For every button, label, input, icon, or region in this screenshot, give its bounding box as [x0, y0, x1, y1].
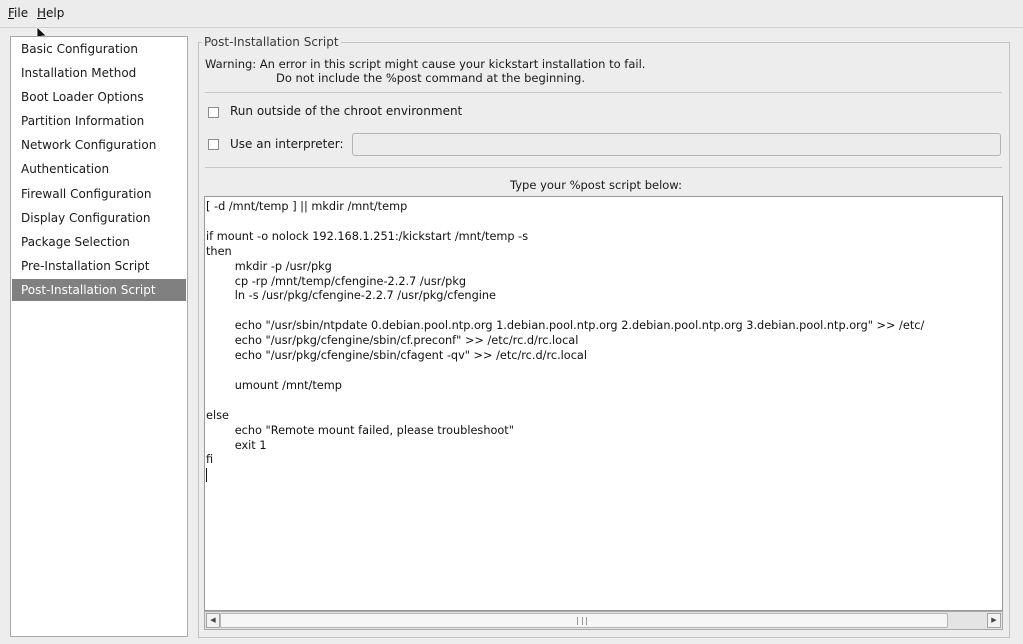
arrow-right-icon: ▶ [991, 616, 997, 624]
script-text[interactable]: [ -d /mnt/temp ] || mkdir /mnt/temp if m… [205, 197, 1002, 468]
interpreter-checkbox[interactable] [208, 139, 219, 150]
group-title: Post-Installation Script [202, 35, 341, 49]
sidebar-item-authentication[interactable]: Authentication [12, 158, 186, 180]
sidebar-item-package-selection[interactable]: Package Selection [12, 231, 186, 253]
arrow-left-icon: ◀ [210, 616, 216, 624]
scroll-thumb[interactable] [220, 613, 948, 628]
warning-text: Warning: An error in this script might c… [205, 57, 646, 71]
menu-help-rest: elp [46, 6, 65, 20]
sidebar-item-firewall-configuration[interactable]: Firewall Configuration [12, 183, 186, 205]
interpreter-label[interactable]: Use an interpreter: [230, 137, 344, 151]
scroll-right-button[interactable]: ▶ [987, 613, 1001, 628]
sidebar-item-display-configuration[interactable]: Display Configuration [12, 207, 186, 229]
warning-subtext: Do not include the %post command at the … [276, 71, 585, 85]
script-prompt: Type your %post script below: [510, 178, 682, 192]
sidebar-item-network-configuration[interactable]: Network Configuration [12, 134, 186, 156]
sidebar-item-post-installation-script[interactable]: Post-Installation Script [12, 279, 186, 301]
sidebar-item-boot-loader-options[interactable]: Boot Loader Options [12, 86, 186, 108]
divider [205, 167, 1002, 168]
horizontal-scrollbar[interactable]: ◀ ▶ [204, 611, 1003, 630]
text-caret [206, 468, 207, 482]
sidebar-item-basic-configuration[interactable]: Basic Configuration [12, 38, 186, 60]
menu-help-mnemonic: H [37, 6, 47, 20]
script-editor[interactable]: [ -d /mnt/temp ] || mkdir /mnt/temp if m… [204, 196, 1003, 611]
sidebar-item-partition-information[interactable]: Partition Information [12, 110, 186, 132]
scroll-left-button[interactable]: ◀ [206, 613, 220, 628]
sidebar-item-installation-method[interactable]: Installation Method [12, 62, 186, 84]
menu-bar: File Help [0, 0, 1023, 28]
interpreter-input[interactable] [352, 133, 1001, 156]
chroot-checkbox[interactable] [208, 107, 219, 118]
menu-file-rest: ile [14, 6, 29, 20]
menu-help[interactable]: Help [37, 6, 64, 20]
sidebar-item-pre-installation-script[interactable]: Pre-Installation Script [12, 255, 186, 277]
scroll-grip-icon [577, 617, 587, 625]
sidebar: Basic Configuration Installation Method … [10, 36, 188, 637]
divider [205, 92, 1002, 93]
chroot-label[interactable]: Run outside of the chroot environment [230, 104, 462, 118]
menu-file[interactable]: File [8, 6, 28, 20]
